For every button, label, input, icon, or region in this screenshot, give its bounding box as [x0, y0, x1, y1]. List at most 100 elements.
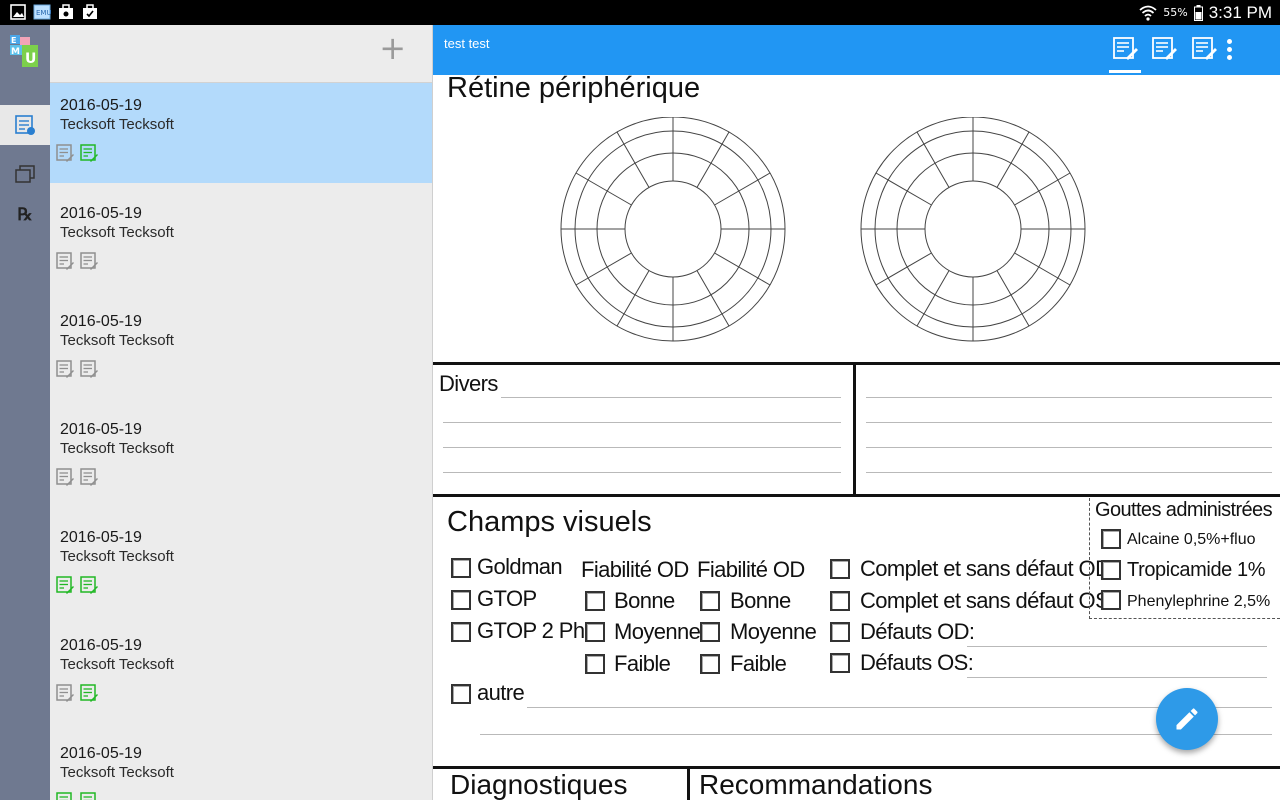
svg-text:U: U: [25, 51, 36, 67]
briefcase-notification-icon: [59, 4, 73, 19]
briefcase-check-notification-icon: [83, 4, 97, 19]
diagnostics-divider: [687, 768, 690, 800]
defects-os-checkbox[interactable]: [830, 653, 850, 673]
form-status-icons: [56, 252, 98, 270]
complete-od-label: Complet et sans défaut OD: [860, 556, 1111, 581]
moyenne-label-1: Moyenne: [614, 619, 701, 644]
edit-fab-button[interactable]: [1156, 688, 1218, 750]
complete-os-checkbox[interactable]: [830, 591, 850, 611]
form-status-icon[interactable]: [80, 792, 98, 800]
add-visit-button[interactable]: +: [379, 32, 406, 64]
edit-form-icon: [1152, 37, 1177, 60]
gtop2-checkbox[interactable]: [451, 622, 471, 642]
form-view-1-button[interactable]: [1110, 33, 1140, 63]
emu-logo: E M U: [10, 35, 38, 67]
bonne-label-2: Bonne: [730, 588, 791, 613]
alcaine-label: Alcaine 0,5%+fluo: [1127, 531, 1256, 548]
list-item[interactable]: 2016-05-19 Tecksoft Tecksoft: [50, 299, 432, 399]
edit-form-icon: [1113, 37, 1138, 60]
form-view-2-button[interactable]: [1149, 33, 1179, 63]
form-status-icon[interactable]: [80, 252, 98, 270]
visit-date: 2016-05-19: [60, 637, 142, 654]
form-status-icons: [56, 468, 98, 486]
divers-line[interactable]: [443, 472, 841, 473]
form-status-icon[interactable]: [56, 360, 74, 378]
moyenne-checkbox-2[interactable]: [700, 622, 720, 642]
divers-line[interactable]: [866, 422, 1272, 423]
patient-name: Tecksoft Tecksoft: [60, 656, 174, 673]
list-item[interactable]: 2016-05-19 Tecksoft Tecksoft: [50, 407, 432, 507]
bonne-checkbox-2[interactable]: [700, 591, 720, 611]
form-status-icon[interactable]: [56, 792, 74, 800]
form-status-icons: [56, 792, 98, 800]
complete-os-label: Complet et sans défaut OS: [860, 588, 1110, 613]
pencil-icon: [1176, 708, 1198, 730]
retina-spoke: [616, 270, 650, 327]
divers-line[interactable]: [866, 472, 1272, 473]
form-status-icon[interactable]: [80, 576, 98, 594]
form-status-icon[interactable]: [56, 252, 74, 270]
divers-line[interactable]: [501, 397, 841, 398]
form-status-icons: [56, 576, 98, 594]
goldman-checkbox[interactable]: [451, 558, 471, 578]
divers-line[interactable]: [866, 447, 1272, 448]
rail-item-prescription[interactable]: ℞: [0, 195, 50, 235]
list-item[interactable]: 2016-05-19 Tecksoft Tecksoft: [50, 515, 432, 615]
retina-section-title: Rétine périphérique: [447, 75, 701, 104]
form-status-icon[interactable]: [80, 144, 98, 162]
visual-fields-title: Champs visuels: [447, 506, 652, 538]
patient-name: Tecksoft Tecksoft: [60, 764, 174, 781]
list-item[interactable]: 2016-05-19 Tecksoft Tecksoft: [50, 83, 432, 183]
divers-label: Divers: [439, 371, 498, 396]
list-item[interactable]: 2016-05-19 Tecksoft Tecksoft: [50, 731, 432, 800]
defects-od-checkbox[interactable]: [830, 622, 850, 642]
form-status-icon[interactable]: [56, 684, 74, 702]
divers-line[interactable]: [443, 447, 841, 448]
edit-form-icon: [1192, 37, 1217, 60]
divers-line[interactable]: [866, 397, 1272, 398]
alcaine-checkbox[interactable]: [1101, 529, 1121, 549]
form-status-icon[interactable]: [80, 468, 98, 486]
retina-spoke: [616, 131, 650, 188]
gtop-checkbox[interactable]: [451, 590, 471, 610]
form-status-icon[interactable]: [56, 576, 74, 594]
form-status-icon[interactable]: [56, 468, 74, 486]
rail-item-records[interactable]: [0, 105, 50, 145]
faible-checkbox-2[interactable]: [700, 654, 720, 674]
tropicamide-checkbox[interactable]: [1101, 560, 1121, 580]
defects-os-line[interactable]: [967, 677, 1267, 678]
tropicamide-label: Tropicamide 1%: [1127, 559, 1266, 581]
autre-checkbox[interactable]: [451, 684, 471, 704]
reliability-od-label-2: Fiabilité OD: [697, 557, 805, 582]
retina-spoke: [575, 252, 632, 286]
rail-item-gallery[interactable]: [0, 155, 50, 195]
divers-divider: [853, 365, 856, 495]
reliability-od-label-1: Fiabilité OD: [581, 557, 689, 582]
faible-label-2: Faible: [730, 651, 787, 676]
retina-chart-os: [860, 117, 1086, 342]
visit-date: 2016-05-19: [60, 205, 142, 222]
list-item[interactable]: 2016-05-19 Tecksoft Tecksoft: [50, 623, 432, 723]
moyenne-checkbox-1[interactable]: [585, 622, 605, 642]
divers-line[interactable]: [443, 422, 841, 423]
defects-od-line[interactable]: [967, 646, 1267, 647]
retina-spoke: [875, 252, 932, 286]
retina-spoke: [696, 131, 730, 188]
wifi-icon: [1139, 5, 1157, 21]
moyenne-label-2: Moyenne: [730, 619, 817, 644]
form-status-icon[interactable]: [56, 144, 74, 162]
retina-spoke: [996, 131, 1030, 188]
form-view-3-button[interactable]: [1189, 33, 1219, 63]
form-status-icon[interactable]: [80, 684, 98, 702]
bonne-checkbox-1[interactable]: [585, 591, 605, 611]
battery-icon: [1193, 4, 1203, 21]
visit-date: 2016-05-19: [60, 745, 142, 762]
overflow-menu-icon[interactable]: [1227, 39, 1233, 63]
form-status-icon[interactable]: [80, 360, 98, 378]
list-item[interactable]: 2016-05-19 Tecksoft Tecksoft: [50, 191, 432, 291]
faible-checkbox-1[interactable]: [585, 654, 605, 674]
autre-line[interactable]: [480, 734, 1272, 735]
retina-spoke: [714, 252, 771, 286]
phenylephrine-checkbox[interactable]: [1101, 590, 1121, 610]
complete-od-checkbox[interactable]: [830, 559, 850, 579]
